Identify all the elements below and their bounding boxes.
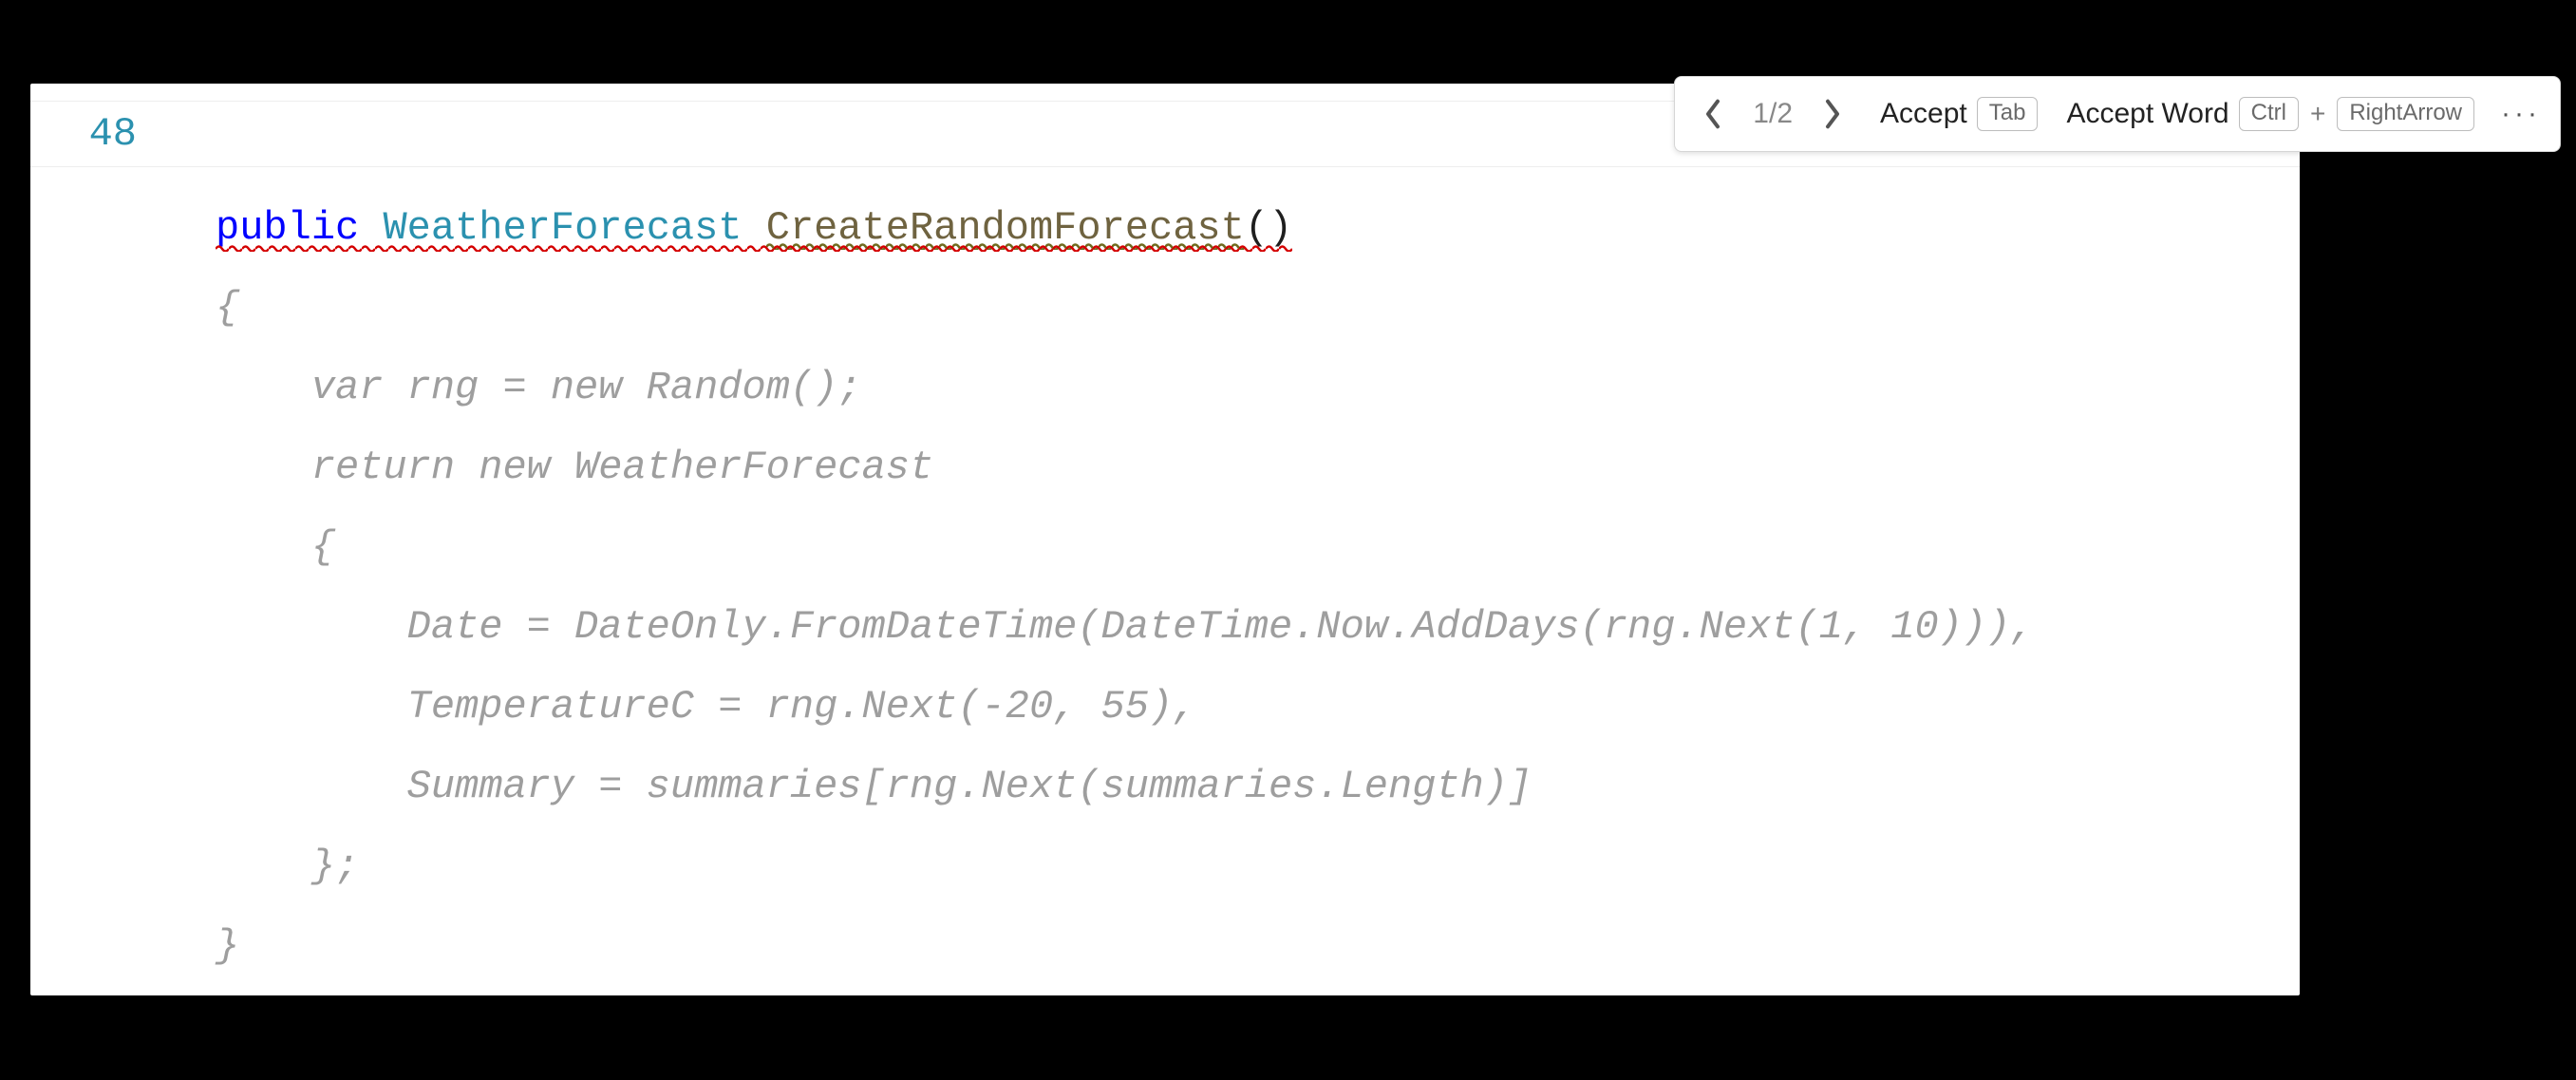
method-name-text: CreateRandomForecast (766, 205, 1245, 251)
more-options-button[interactable]: ··· (2501, 98, 2541, 130)
accept-button[interactable]: Accept Tab (1869, 97, 2038, 131)
ghost-text-line: { (216, 285, 239, 331)
keyword-public: public (216, 205, 359, 251)
accept-word-button[interactable]: Accept Word Ctrl + RightArrow (2055, 97, 2474, 131)
code-editor[interactable]: 48 public WeatherForecast CreateRandomFo… (30, 84, 2300, 995)
ghost-text-line: }; (216, 843, 359, 889)
ghost-text-line: Date = DateOnly.FromDateTime(DateTime.No… (216, 604, 2035, 650)
ghost-text-line: Summary = summaries[rng.Next(summaries.L… (216, 764, 1532, 809)
method-signature: public WeatherForecast CreateRandomForec… (216, 188, 1292, 268)
gutter: 48 (30, 84, 192, 995)
ghost-text-line: { (216, 524, 335, 570)
parens: () (1245, 205, 1292, 251)
ghost-text-line: } (216, 923, 239, 969)
next-suggestion-button[interactable] (1814, 95, 1852, 133)
ctrl-keycap: Ctrl (2239, 97, 2299, 131)
ghost-text-line: var rng = new Random(); (216, 365, 862, 410)
rightarrow-keycap: RightArrow (2337, 97, 2474, 131)
inline-completion-toolbar: 1/2 Accept Tab Accept Word Ctrl + RightA… (1674, 76, 2561, 152)
chevron-right-icon (1823, 98, 1842, 130)
ghost-text-line: TemperatureC = rng.Next(-20, 55), (216, 684, 1196, 729)
plus-separator: + (2310, 99, 2325, 129)
accept-label: Accept (1880, 98, 1967, 130)
ghost-text-line: return new WeatherForecast (216, 445, 933, 490)
type-weatherforecast: WeatherForecast (383, 205, 742, 251)
suggestion-counter: 1/2 (1753, 98, 1793, 130)
code-area[interactable]: public WeatherForecast CreateRandomForec… (216, 108, 2035, 1066)
chevron-left-icon (1703, 98, 1722, 130)
method-name: CreateRandomForecast (766, 188, 1245, 268)
line-number: 48 (89, 111, 137, 157)
tab-keycap: Tab (1977, 97, 2039, 131)
prev-suggestion-button[interactable] (1694, 95, 1732, 133)
accept-word-label: Accept Word (2066, 98, 2228, 130)
